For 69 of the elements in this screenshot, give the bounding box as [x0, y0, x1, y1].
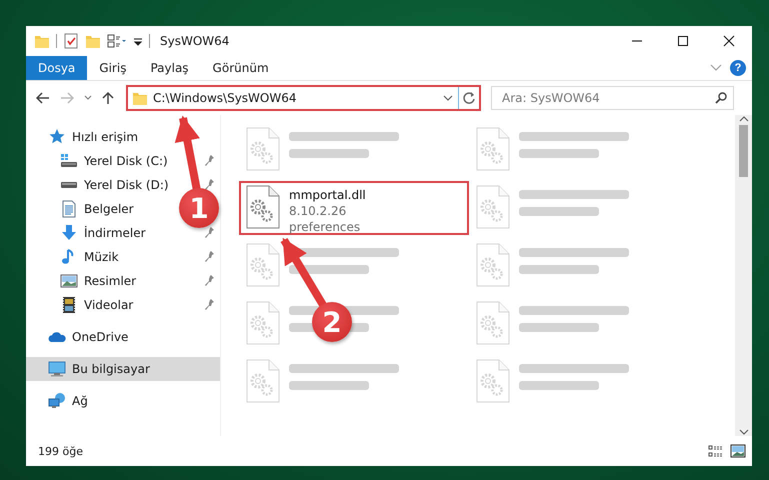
pin-icon[interactable] [204, 251, 214, 263]
help-button[interactable]: ? [730, 60, 746, 76]
up-arrow-icon[interactable] [102, 91, 114, 105]
dll-file-icon [475, 185, 511, 229]
ribbon-tab[interactable]: Giriş [87, 56, 138, 80]
pin-icon[interactable] [204, 179, 214, 191]
sidebar-item[interactable]: Ağ [72, 394, 88, 408]
folder-icon [132, 90, 148, 106]
file-detail: 8.10.2.26 [289, 203, 348, 219]
film-icon [60, 296, 78, 314]
item-count: 199 öğe [38, 444, 84, 458]
sidebar-item[interactable]: İndirmeler [84, 226, 146, 240]
ribbon-tab[interactable]: Paylaş [138, 56, 201, 80]
scrollbar[interactable] [735, 115, 752, 436]
sidebar-item[interactable]: Hızlı erişim [72, 130, 138, 144]
step-number-badge: 1 [179, 188, 219, 228]
picture-icon [60, 272, 78, 290]
close-icon[interactable] [723, 35, 735, 47]
sidebar-item[interactable]: Yerel Disk (D:) [84, 178, 169, 192]
sidebar-item[interactable]: Müzik [84, 250, 119, 264]
dll-file-icon [475, 359, 511, 403]
drive-icon [60, 152, 78, 170]
file-name: mmportal.dll [289, 187, 366, 203]
pin-icon[interactable] [204, 155, 214, 167]
properties-icon[interactable] [63, 33, 79, 49]
pin-icon[interactable] [204, 299, 214, 311]
sidebar-item[interactable]: Bu bilgisayar [26, 357, 220, 381]
monitor-icon [48, 360, 66, 378]
ribbon-tab[interactable]: Dosya [26, 56, 88, 80]
sidebar-item[interactable]: Videolar [84, 298, 134, 312]
chevron-up-icon[interactable] [738, 115, 748, 123]
maximize-icon[interactable] [677, 35, 689, 47]
large-icons-view-icon[interactable] [730, 444, 746, 458]
sidebar-item[interactable]: Belgeler [84, 202, 134, 216]
address-path: C:\Windows\SysWOW64 [153, 91, 298, 105]
address-bar[interactable]: C:\Windows\SysWOW64 [126, 85, 481, 111]
network-icon [48, 392, 66, 410]
document-icon [60, 200, 78, 218]
file-detail: preferences [289, 219, 362, 235]
search-field[interactable]: Ara: SysWOW64 [491, 86, 734, 110]
dll-file-icon [245, 185, 281, 229]
dll-file-icon [245, 243, 281, 287]
dll-file-icon [245, 127, 281, 171]
pin-icon[interactable] [204, 227, 214, 239]
chevron-down-icon[interactable] [84, 95, 92, 101]
dll-file-icon [475, 301, 511, 345]
scroll-thumb[interactable] [739, 125, 748, 177]
dll-file-icon [245, 301, 281, 345]
dll-file-icon [475, 127, 511, 171]
dll-file-icon [245, 359, 281, 403]
chevron-down-icon[interactable] [738, 428, 748, 436]
sidebar-item[interactable]: OneDrive [72, 330, 128, 344]
search-icon[interactable] [715, 92, 727, 104]
window-title: SysWOW64 [160, 34, 230, 48]
sidebar-item[interactable]: Yerel Disk (C:) [84, 154, 168, 168]
details-view-icon[interactable] [708, 444, 724, 458]
drive-icon [60, 181, 78, 189]
view-icon[interactable] [107, 33, 127, 49]
chevron-down-icon[interactable] [443, 95, 453, 101]
sidebar-item[interactable]: Resimler [84, 274, 136, 288]
file-item[interactable]: mmportal.dll 8.10.2.26 preferences [239, 181, 469, 235]
dll-file-icon [475, 243, 511, 287]
pin-icon[interactable] [204, 275, 214, 287]
download-arrow-icon [60, 224, 78, 242]
star-icon [48, 128, 66, 146]
ribbon-tab[interactable]: Görünüm [200, 56, 281, 80]
step-number-badge: 2 [312, 302, 352, 342]
back-arrow-icon[interactable] [36, 92, 50, 104]
refresh-icon[interactable] [462, 91, 476, 105]
